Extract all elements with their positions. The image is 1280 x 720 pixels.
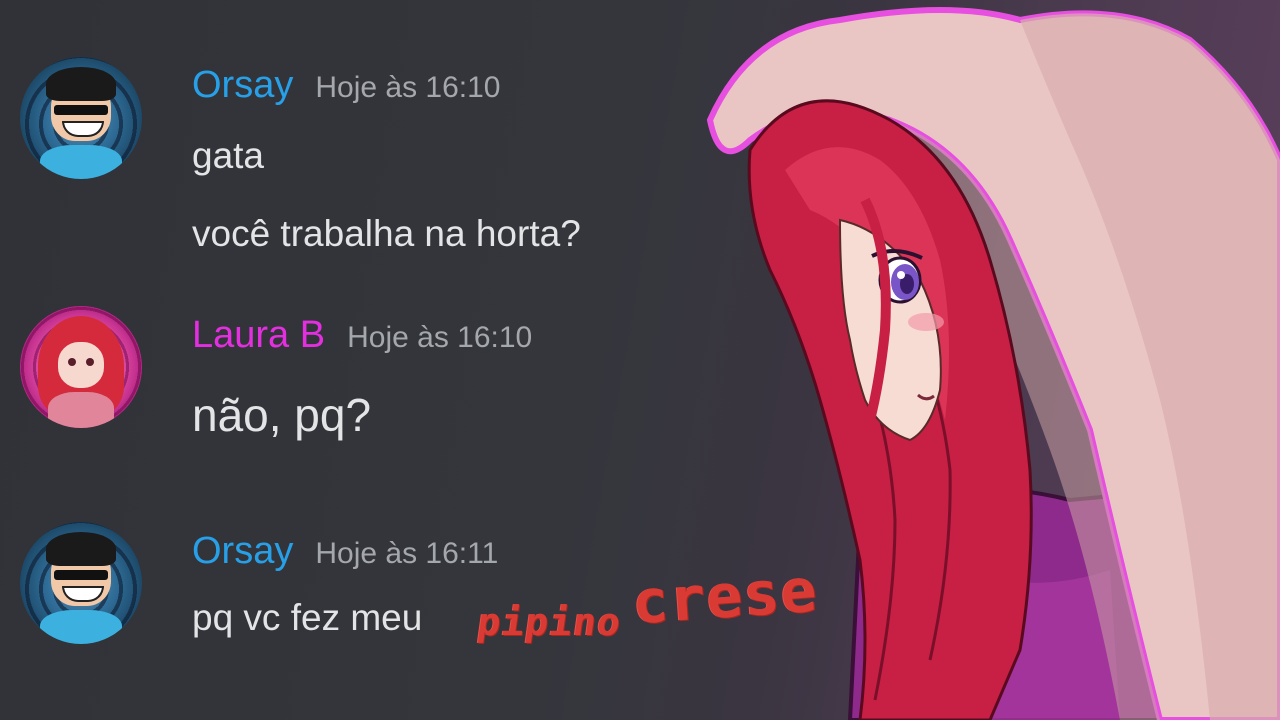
timestamp: Hoje às 16:10 — [347, 321, 533, 354]
orsay-avatar[interactable] — [20, 522, 142, 644]
message-text: gata — [192, 135, 265, 176]
timestamp: Hoje às 16:10 — [315, 71, 501, 104]
username[interactable]: Orsay — [192, 64, 293, 106]
orsay-avatar[interactable] — [20, 57, 142, 179]
username[interactable]: Orsay — [192, 530, 293, 572]
anime-girl-illustration — [690, 0, 1280, 720]
overlay-text-pipino: pipino — [474, 600, 625, 644]
message-header: Laura B Hoje às 16:10 — [192, 314, 532, 357]
username[interactable]: Laura B — [192, 314, 325, 356]
message-header: Orsay Hoje às 16:10 — [192, 64, 501, 107]
message-header: Orsay Hoje às 16:11 — [192, 530, 498, 573]
message-text: pq vc fez meu — [192, 597, 423, 638]
message-text: você trabalha na horta? — [192, 213, 581, 254]
laura-avatar[interactable] — [20, 306, 142, 428]
message-text: não, pq? — [192, 389, 372, 441]
timestamp: Hoje às 16:11 — [315, 537, 499, 570]
